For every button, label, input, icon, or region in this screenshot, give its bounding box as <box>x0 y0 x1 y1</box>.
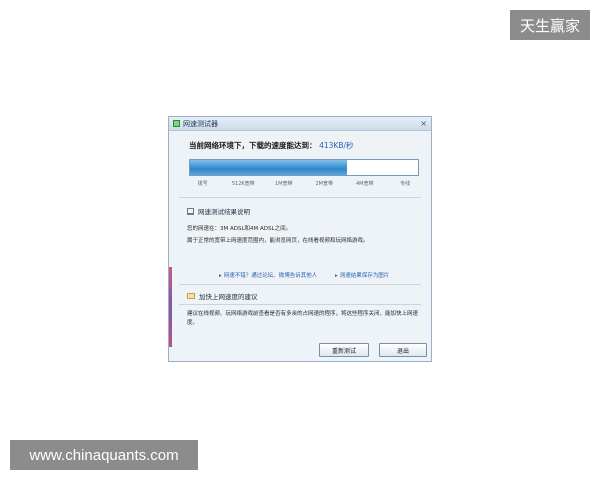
result-line-2: 属于正常的宽带上网速度范围内，能浏览网页，在线看视频和玩网络游戏。 <box>187 238 369 244</box>
speed-scale: 拨号 512K宽带 1M宽带 2M宽带 4M宽带 专线 <box>189 180 419 190</box>
speed-progress-bar <box>189 159 419 176</box>
close-icon[interactable]: × <box>420 119 427 128</box>
save-image-link[interactable]: ▸ 测速结果保存为图片 <box>335 273 397 279</box>
window-title: 网速测试器 <box>183 119 218 128</box>
watermark-top-right: 天生赢家 <box>510 10 590 40</box>
scale-label: 拨号 <box>197 181 208 187</box>
links-row: ▸ 网速不错？通过论坛、微博告诉其他人 ▸ 测速结果保存为图片 <box>219 271 429 279</box>
progress-fill <box>190 160 348 175</box>
result-section-label: 网速测试结果说明 <box>198 208 250 216</box>
scale-label: 2M宽带 <box>315 181 333 187</box>
exit-button[interactable]: 退出 <box>379 343 427 357</box>
speed-headline: 当前网络环境下，下载的速度能达到： 413KB/秒 <box>189 140 354 151</box>
divider <box>179 197 421 198</box>
divider <box>179 284 421 285</box>
arrow-right-icon: ▸ <box>219 273 222 279</box>
arrow-right-icon: ▸ <box>335 273 338 279</box>
background-edge-strip <box>169 267 172 347</box>
scale-label: 1M宽带 <box>275 181 293 187</box>
headline-label: 当前网络环境下，下载的速度能达到： <box>189 141 317 150</box>
result-section-title: 网速测试结果说明 <box>187 206 250 216</box>
scale-label: 专线 <box>400 181 411 187</box>
share-link[interactable]: ▸ 网速不错？通过论坛、微博告诉其他人 <box>219 273 325 279</box>
retest-button[interactable]: 重新测试 <box>319 343 369 357</box>
speed-value: 413KB/秒 <box>319 141 354 150</box>
title-bar: 网速测试器 × <box>169 117 431 131</box>
tips-text: 建议在线视频、玩网络游戏前查看是否有多余的占网速的程序，将这些程序关闭，能加快上… <box>187 311 419 326</box>
tips-section-title: 加快上网速度的建议 <box>187 291 258 301</box>
speed-test-dialog: 网速测试器 × 当前网络环境下，下载的速度能达到： 413KB/秒 拨号 512K… <box>168 116 432 362</box>
tips-section-label: 加快上网速度的建议 <box>199 293 258 301</box>
scale-label: 4M宽带 <box>355 181 374 187</box>
divider <box>179 304 421 305</box>
watermark-bottom-left: www.chinaquants.com <box>10 440 198 470</box>
result-line-1: 您的网速在：3M ADSL和4M ADSL之间。 <box>187 226 292 232</box>
app-icon <box>173 120 180 127</box>
scale-label: 512K宽带 <box>231 181 255 187</box>
envelope-icon <box>187 293 195 299</box>
chart-icon <box>187 207 194 215</box>
